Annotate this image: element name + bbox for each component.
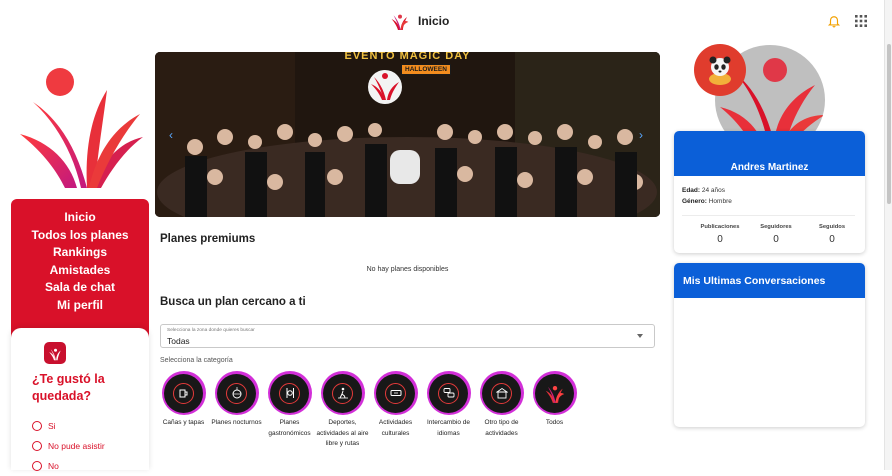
category-actividades-culturales[interactable]: Actividades culturales <box>369 371 422 450</box>
hero-carousel[interactable]: EVENTO MAGIC DAY HALLOWEEN ‹ › <box>155 52 660 217</box>
sidebar-item-inicio[interactable]: Inicio <box>11 209 149 227</box>
logo-icon <box>545 385 564 403</box>
category-intercambio-de-idiomas[interactable]: Intercambio de idiomas <box>422 371 475 450</box>
category-canas-y-tapas[interactable]: Cañas y tapas <box>157 371 210 450</box>
stat-seguidos[interactable]: Seguidos 0 <box>806 224 858 245</box>
building-icon <box>495 387 508 399</box>
stat-publicaciones[interactable]: Publicaciones 0 <box>694 224 746 245</box>
feedback-option-no[interactable]: No <box>32 456 105 476</box>
category-todos[interactable]: Todos <box>528 371 581 450</box>
category-deportes[interactable]: Deportes, actividades al aire libre y ru… <box>316 371 369 450</box>
category-planes-nocturnos[interactable]: Planes nocturnos <box>210 371 263 450</box>
category-name: Todos <box>545 419 564 426</box>
cutlery-icon <box>286 388 294 398</box>
feedback-card: ¿Te gustó la quedada? Si No pude asistir… <box>11 328 149 471</box>
no-plans-message: No hay planes disponibles <box>366 266 449 273</box>
speech-bubbles-icon <box>443 388 454 398</box>
sidebar-nav: Inicio Todos los planes Rankings Amistad… <box>11 199 149 349</box>
ticket-icon <box>390 390 401 396</box>
category-label: Selecciona la categoría <box>160 357 233 364</box>
stat-seguidores[interactable]: Seguidores 0 <box>746 224 806 245</box>
category-list: Cañas y tapas Planes nocturnos Planes ga… <box>157 371 581 450</box>
top-bar: Inicio <box>0 0 884 44</box>
avatar[interactable] <box>694 44 746 96</box>
category-name: Planes gastronómicos <box>268 419 311 437</box>
stat-value: 0 <box>717 234 723 245</box>
stat-label: Publicaciones <box>700 224 740 230</box>
feedback-options: Si No pude asistir No <box>32 416 105 476</box>
hiking-icon <box>337 387 348 399</box>
gender-label: Género: <box>682 198 707 205</box>
disco-ball-icon <box>232 387 241 399</box>
panda-icon <box>709 56 731 85</box>
category-name: Actividades culturales <box>378 419 413 437</box>
sidebar-item-amistades[interactable]: Amistades <box>11 262 149 280</box>
page-scrollbar[interactable] <box>884 0 892 470</box>
radio-icon[interactable] <box>32 441 42 451</box>
banner-text: EVENTO MAGIC DAY <box>344 52 471 62</box>
category-name: Cañas y tapas <box>162 419 205 426</box>
sidebar-item-mi-perfil[interactable]: Mi perfil <box>11 297 149 315</box>
apps-grid-icon[interactable] <box>855 15 867 27</box>
sidebar-item-sala-de-chat[interactable]: Sala de chat <box>11 279 149 297</box>
category-name: Intercambio de idiomas <box>427 419 470 437</box>
zone-select-label: Selecciona la zona donde quieres buscar <box>167 328 255 333</box>
bell-icon[interactable] <box>827 15 841 29</box>
option-label: Si <box>48 421 56 431</box>
carousel-prev-button[interactable]: ‹ <box>169 128 173 142</box>
radio-icon[interactable] <box>32 421 42 431</box>
category-planes-gastronomicos[interactable]: Planes gastronómicos <box>263 371 316 450</box>
sidebar-item-todos-los-planes[interactable]: Todos los planes <box>11 227 149 245</box>
age-value: 24 años <box>701 187 726 194</box>
stat-value: 0 <box>829 234 835 245</box>
divider <box>682 215 855 216</box>
gender-value: Hombre <box>708 198 732 205</box>
app-icon <box>44 342 66 364</box>
profile-info: Edad: 24 años Género: Hombre <box>682 185 732 207</box>
scrollbar-thumb[interactable] <box>887 44 891 204</box>
zone-select[interactable]: Selecciona la zona donde quieres buscar … <box>160 324 655 348</box>
event-photo <box>155 52 660 217</box>
category-name: Deportes, actividades al aire libre y ru… <box>316 419 369 447</box>
brand-logo-icon <box>20 68 143 188</box>
option-label: No pude asistir <box>48 441 105 451</box>
brand[interactable]: Inicio <box>390 11 449 31</box>
category-name: Planes nocturnos <box>211 419 262 426</box>
logo-icon <box>48 348 61 360</box>
profile-card: Andres Martinez Edad: 24 años Género: Ho… <box>674 131 865 253</box>
stat-label: Seguidores <box>760 224 792 230</box>
feedback-question: ¿Te gustó la quedada? <box>32 372 105 403</box>
category-otro-tipo-de-actividades[interactable]: Otro tipo de actividades <box>475 371 528 450</box>
profile-name: Andres Martinez <box>730 162 809 173</box>
sidebar-item-rankings[interactable]: Rankings <box>11 244 149 262</box>
feedback-option-si[interactable]: Si <box>32 416 105 436</box>
beer-icon <box>179 389 187 398</box>
feedback-option-no-pude-asistir[interactable]: No pude asistir <box>32 436 105 456</box>
chevron-down-icon <box>637 334 643 338</box>
stat-label: Seguidos <box>818 224 846 230</box>
conversations-card: Mis Ultimas Conversaciones <box>674 263 865 427</box>
halloween-badge: HALLOWEEN <box>401 64 451 75</box>
premium-plans-title: Planes premiums <box>160 233 256 245</box>
stat-value: 0 <box>773 234 779 245</box>
carousel-next-button[interactable]: › <box>639 128 643 142</box>
nearby-plans-title: Busca un plan cercano a ti <box>160 296 306 308</box>
logo-icon <box>391 14 409 30</box>
conversations-title: Mis Ultimas Conversaciones <box>683 275 826 287</box>
profile-stats: Publicaciones 0 Seguidores 0 Seguidos 0 <box>694 224 858 245</box>
zone-select-value: Todas <box>167 336 190 346</box>
age-label: Edad: <box>682 187 701 194</box>
category-name: Otro tipo de actividades <box>484 419 519 437</box>
page-title: Inicio <box>418 14 450 28</box>
